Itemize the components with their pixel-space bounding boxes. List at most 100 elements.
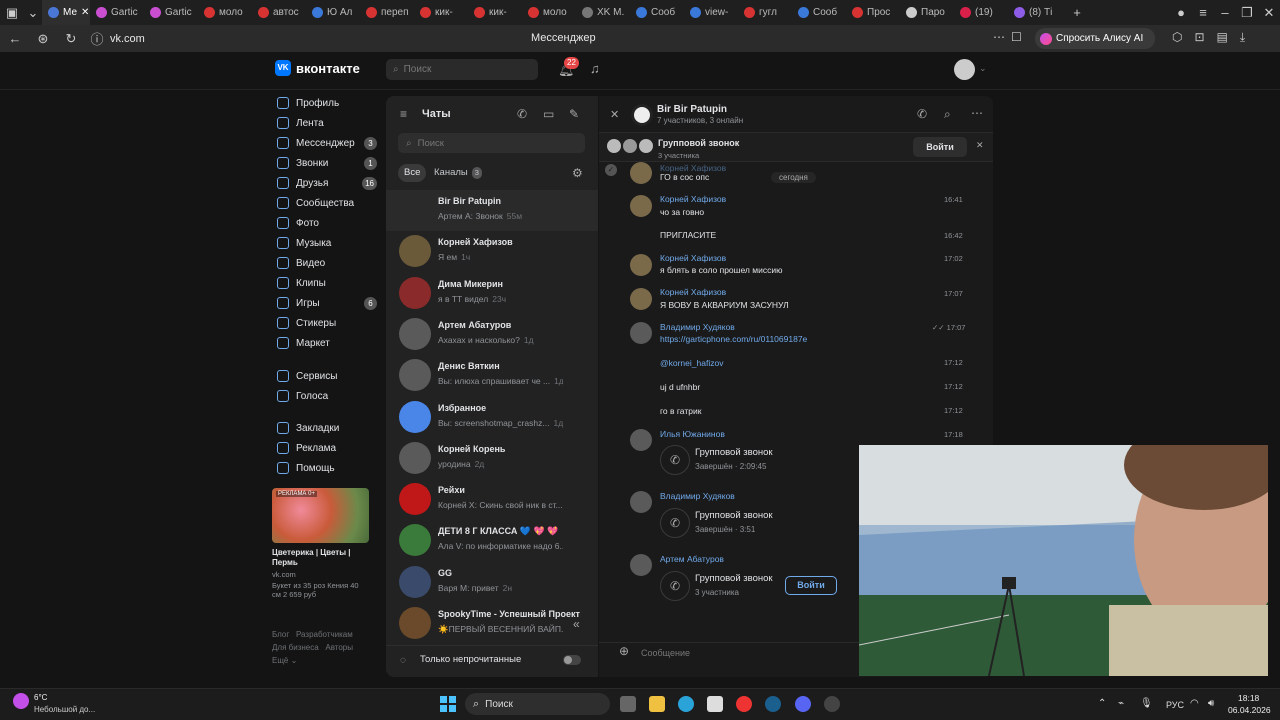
message-author[interactable]: Илья Южанинов — [660, 429, 725, 439]
close-tab-icon[interactable]: ✕ — [81, 7, 89, 18]
avatar[interactable] — [630, 491, 652, 513]
edge-icon[interactable] — [678, 696, 694, 712]
browser-menu-icon[interactable]: ▣ — [0, 5, 24, 21]
message-author[interactable]: Корней Хафизов — [660, 194, 726, 204]
chats-search-input[interactable]: ⌕ Поиск — [398, 133, 585, 153]
task-view-icon[interactable] — [620, 696, 636, 712]
new-tab-icon[interactable]: + — [1066, 5, 1088, 20]
close-window-icon[interactable]: ✕ — [1258, 5, 1280, 21]
bookmark-icon[interactable]: ☐ — [1011, 30, 1022, 44]
wifi-icon[interactable]: ◠ — [1190, 698, 1199, 709]
message-mention[interactable]: @kornei_hafizov — [660, 358, 723, 368]
more-icon[interactable]: ⋯ — [993, 30, 1005, 44]
restore-icon[interactable]: ❐ — [1236, 5, 1258, 21]
network-icon[interactable]: ⌁ — [1118, 698, 1124, 709]
chat-list-item[interactable]: ДЕТИ 8 Г КЛАССА 💙 💖 💖 Ала V: по информати… — [386, 520, 598, 561]
chat-list-item[interactable]: Артем Абатуров Ахахах и насколько? 1д — [386, 314, 598, 355]
avatar[interactable] — [630, 195, 652, 217]
browser-tab[interactable]: моло — [198, 0, 252, 25]
browser-tab[interactable]: кик- — [468, 0, 522, 25]
obs-icon[interactable] — [824, 696, 840, 712]
message-author[interactable]: Артем Абатуров — [660, 554, 724, 564]
shield-icon[interactable]: ⊛ — [32, 31, 54, 47]
browser-tab[interactable]: Gartic — [144, 0, 198, 25]
site-info-icon[interactable]: ⓘ — [86, 29, 108, 48]
avatar[interactable] — [954, 59, 975, 80]
yandex-browser-icon[interactable] — [736, 696, 752, 712]
browser-tab[interactable]: Паро — [900, 0, 954, 25]
chevron-down-icon[interactable]: ⌄ — [979, 63, 987, 74]
mic-icon[interactable]: 🎙︎ — [1140, 698, 1153, 709]
browser-tab[interactable]: view- — [684, 0, 738, 25]
browser-tab[interactable]: Ю Ал — [306, 0, 360, 25]
weather-icon[interactable] — [13, 693, 29, 709]
conversation-avatar[interactable] — [631, 104, 653, 126]
browser-tab[interactable]: Прос — [846, 0, 900, 25]
taskbar-search[interactable]: ⌕ Поиск — [465, 693, 610, 715]
clock-date[interactable]: 06.04.2026 — [1228, 705, 1271, 715]
close-icon[interactable]: ✕ — [610, 108, 619, 121]
clock-time[interactable]: 18:18 — [1238, 693, 1259, 703]
message-author[interactable]: Корней Хафизов — [660, 253, 726, 263]
chevron-down-icon[interactable]: ⌄ — [24, 5, 42, 21]
browser-tab[interactable]: моло — [522, 0, 576, 25]
tray-chevron-icon[interactable]: ⌃ — [1098, 698, 1106, 709]
language-indicator[interactable]: РУС — [1166, 700, 1184, 710]
browser-tab[interactable]: (19) — [954, 0, 1008, 25]
file-explorer-icon[interactable] — [649, 696, 665, 712]
music-icon[interactable]: ♫ — [590, 61, 600, 76]
filter-all-tab[interactable]: Все — [398, 164, 427, 182]
call-icon[interactable]: ✆ — [517, 107, 527, 121]
browser-tab[interactable]: гугл — [738, 0, 792, 25]
chat-list-item[interactable]: Денис Вяткин Вы: илюха спрашивает че ... 1… — [386, 355, 598, 396]
menu-item[interactable]: Видео — [277, 253, 381, 273]
menu-item[interactable]: Сообщества — [277, 193, 381, 213]
menu-item[interactable]: Стикеры — [277, 313, 381, 333]
call-message[interactable]: ✆ Групповой звонок Завершён · 2:09:45 — [660, 443, 840, 477]
extensions-icon[interactable]: ⬡ — [1172, 30, 1182, 45]
collections-icon[interactable]: ▤ — [1217, 30, 1228, 45]
vk-logo[interactable]: VK вконтакте — [275, 60, 360, 76]
browser-tab[interactable]: Сооб — [792, 0, 846, 25]
menu-item[interactable]: Голоса — [277, 386, 381, 406]
menu-item[interactable]: Игры 6 — [277, 293, 381, 313]
only-unread-toggle[interactable] — [563, 655, 581, 665]
store-icon[interactable] — [707, 696, 723, 712]
windows-start-icon[interactable] — [440, 696, 456, 712]
settings-gear-icon[interactable]: ⚙ — [572, 166, 583, 180]
call-message[interactable]: ✆ Групповой звонок Завершён · 3:51 — [660, 506, 840, 540]
menu-item[interactable]: Помощь — [277, 458, 381, 478]
search-icon[interactable]: ⌕ — [944, 107, 951, 122]
chat-list-item[interactable]: Bir Bir Patupin Артем А: Звонок 55м — [386, 190, 598, 231]
alice-button[interactable]: Спросить Алису AI — [1035, 28, 1155, 49]
avatar[interactable] — [630, 554, 652, 576]
footer-link-more[interactable]: Ещё — [272, 656, 288, 665]
archive-icon[interactable]: ▭ — [543, 107, 554, 121]
chat-list-item[interactable]: SpookyTime - Успешный Проект ☀️ПЕРВЫЙ ВЕС… — [386, 603, 598, 640]
download-icon[interactable]: ⤓ — [1240, 30, 1245, 45]
message-link[interactable]: https://garticphone.com/ru/011069187e — [660, 334, 807, 344]
url-text[interactable]: vk.com — [110, 33, 145, 45]
message-author[interactable]: Владимир Худяков — [660, 491, 735, 501]
phone-icon[interactable]: ✆ — [917, 107, 927, 121]
menu-item[interactable]: Звонки 1 — [277, 153, 381, 173]
footer-link-dev[interactable]: Разработчикам — [296, 630, 353, 639]
chat-list-item[interactable]: Дима Микерин я в ТТ видел 23ч — [386, 273, 598, 314]
discord-icon[interactable] — [795, 696, 811, 712]
menu-item[interactable]: Профиль — [277, 93, 381, 113]
chat-list-item[interactable]: Рейхи Корней Х: Скинь свой ник в ст...6д — [386, 479, 598, 520]
browser-tab[interactable]: XK М. — [576, 0, 630, 25]
browser-tab[interactable]: кик- — [414, 0, 468, 25]
browser-tab[interactable]: переп — [360, 0, 414, 25]
reload-icon[interactable]: ↻ — [60, 31, 82, 47]
attach-icon[interactable]: ⊕ — [619, 644, 629, 658]
menu-item[interactable]: Маркет — [277, 333, 381, 353]
browser-tab[interactable]: автос — [252, 0, 306, 25]
chat-list-item[interactable]: Корней Корень уродина 2д — [386, 438, 598, 479]
footer-link-business[interactable]: Для бизнеса — [272, 643, 319, 652]
menu-item[interactable]: Закладки — [277, 418, 381, 438]
menu-item[interactable]: Клипы — [277, 273, 381, 293]
menu-item[interactable]: Фото — [277, 213, 381, 233]
call-join-button[interactable]: Войти — [913, 137, 967, 157]
profile-icon[interactable]: ● — [1170, 5, 1192, 20]
